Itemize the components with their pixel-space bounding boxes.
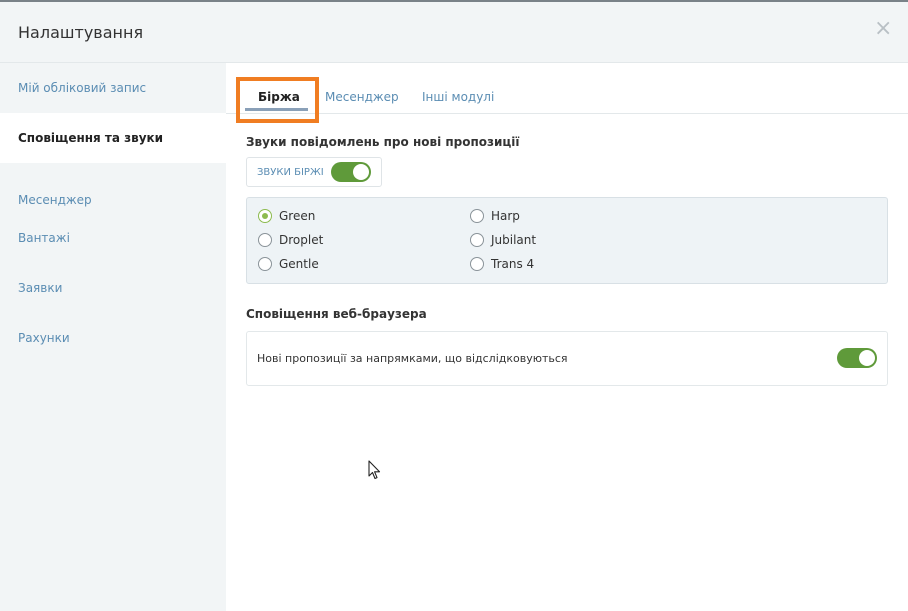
dialog-header: Налаштування × — [0, 2, 908, 63]
toggle-knob — [859, 350, 875, 366]
radio-label: Trans 4 — [491, 257, 535, 271]
exchange-sounds-toggle-group: ЗВУКИ БІРЖІ — [246, 157, 382, 187]
radio-option-jubilant[interactable]: Jubilant — [470, 232, 536, 248]
browser-notification-label: Нові пропозиції за напрямками, що відслі… — [257, 352, 568, 365]
radio-unchecked-icon — [470, 257, 484, 271]
browser-section-title: Сповіщення веб-браузера — [246, 307, 427, 321]
sidebar-item-account[interactable]: Мій обліковий запис — [0, 63, 226, 113]
settings-content: Біржа Месенджер Інші модулі Звуки повідо… — [226, 63, 908, 611]
mouse-pointer-icon — [368, 460, 381, 480]
radio-option-green[interactable]: Green — [258, 208, 315, 224]
radio-option-gentle[interactable]: Gentle — [258, 256, 319, 272]
radio-unchecked-icon — [258, 233, 272, 247]
radio-label: Gentle — [279, 257, 319, 271]
radio-unchecked-icon — [258, 257, 272, 271]
radio-option-trans4[interactable]: Trans 4 — [470, 256, 534, 272]
radio-label: Harp — [491, 209, 520, 223]
radio-unchecked-icon — [470, 209, 484, 223]
exchange-sounds-toggle[interactable] — [331, 162, 371, 182]
toggle-knob — [353, 164, 369, 180]
radio-option-droplet[interactable]: Droplet — [258, 232, 323, 248]
radio-option-harp[interactable]: Harp — [470, 208, 520, 224]
sound-options-panel: Green Droplet Gentle Harp Jubilant Trans… — [246, 197, 888, 284]
tab-other-modules[interactable]: Інші модулі — [422, 90, 494, 104]
tab-exchange[interactable]: Біржа — [258, 90, 300, 104]
tab-bar: Біржа Месенджер Інші модулі — [226, 63, 908, 114]
exchange-sounds-label: ЗВУКИ БІРЖІ — [257, 167, 324, 178]
dialog-title: Налаштування — [18, 23, 144, 42]
radio-label: Green — [279, 209, 316, 223]
radio-label: Jubilant — [491, 233, 537, 247]
browser-notification-toggle[interactable] — [837, 348, 877, 368]
sidebar-item-invoices[interactable]: Рахунки — [0, 313, 226, 363]
browser-notification-row: Нові пропозиції за напрямками, що відслі… — [246, 331, 888, 386]
tab-messenger[interactable]: Месенджер — [325, 90, 399, 104]
radio-unchecked-icon — [470, 233, 484, 247]
radio-label: Droplet — [279, 233, 324, 247]
close-icon[interactable]: × — [874, 18, 892, 40]
sidebar-item-cargo[interactable]: Вантажі — [0, 213, 226, 263]
settings-sidebar: Мій обліковий запис Сповіщення та звуки … — [0, 63, 226, 611]
sidebar-item-notifications[interactable]: Сповіщення та звуки — [0, 113, 226, 163]
active-tab-indicator — [245, 108, 308, 111]
sounds-section-title: Звуки повідомлень про нові пропозиції — [246, 135, 520, 149]
radio-checked-icon — [258, 209, 272, 223]
sidebar-item-requests[interactable]: Заявки — [0, 263, 226, 313]
